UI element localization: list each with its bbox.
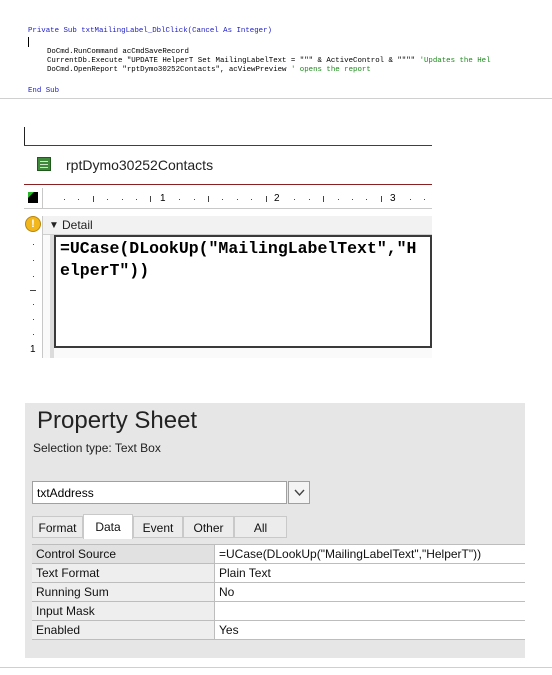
property-grid: Control Source =UCase(DLookUp("MailingLa… [32,544,525,640]
property-row[interactable]: Enabled Yes [32,621,525,640]
report-icon [37,157,51,171]
ruler-dot [33,276,34,277]
property-name: Input Mask [32,602,215,620]
text-caret [28,37,29,47]
tab-format[interactable]: Format [32,516,83,538]
tab-other[interactable]: Other [183,516,234,538]
property-name: Control Source [32,545,215,563]
code-text: DoCmd.RunCommand acCmdSaveRecord [47,48,189,56]
property-value-input-mask[interactable] [219,602,525,620]
code-keyword: Private Sub [28,27,77,35]
property-row[interactable]: Running Sum No [32,583,525,602]
ruler-dot [338,199,339,200]
ruler-dot [33,319,34,320]
report-selector[interactable] [24,188,43,208]
ruler-dot [33,304,34,305]
ruler-label-3: 3 [390,193,396,204]
property-sheet: Property Sheet Selection type: Text Box … [25,403,525,658]
bottom-divider [0,667,552,668]
address-textbox[interactable]: =UCase(DLookUp("MailingLabelText","Helpe… [54,235,432,348]
code-line-5: End Sub [28,87,59,96]
ruler-dot [33,244,34,245]
property-value-control-source[interactable]: =UCase(DLookUp("MailingLabelText","Helpe… [219,545,525,563]
ruler-tick [323,196,324,202]
code-line-3: CurrentDb.Execute "UPDATE HelperT Set Ma… [47,57,491,66]
code-text: CurrentDb.Execute "UPDATE HelperT Set Ma… [47,57,420,65]
property-value-enabled[interactable]: Yes [219,621,525,639]
ruler-dot [33,260,34,261]
ruler-dot [194,199,195,200]
section-arrow-icon: ▼ [49,220,59,231]
ruler-tick [150,196,151,202]
vruler-label-1: 1 [30,344,36,355]
ruler-tick [93,196,94,202]
property-value-text-format[interactable]: Plain Text [219,564,525,582]
property-name: Text Format [32,564,215,582]
ruler-dot [33,334,34,335]
ruler-dot [366,199,367,200]
ruler-dot [410,199,411,200]
tab-event[interactable]: Event [133,516,183,538]
ruler-dot [107,199,108,200]
ruler-dot [251,199,252,200]
object-selector-combo[interactable]: txtAddress [32,481,287,504]
ruler-tick [266,196,267,202]
selected-object: txtAddress [37,486,94,500]
ruler-dot [352,199,353,200]
property-value-running-sum[interactable]: No [219,583,525,601]
ruler-tick [208,196,209,202]
property-sheet-title: Property Sheet [37,407,198,434]
ruler-dot [122,199,123,200]
green-corner-icon [28,192,34,198]
ruler-dot [294,199,295,200]
chevron-down-icon [294,489,305,497]
report-tab-title[interactable]: rptDymo30252Contacts [66,157,213,173]
tab-data[interactable]: Data [83,514,133,539]
code-keyword: End Sub [28,87,60,95]
dropdown-button[interactable] [288,481,310,504]
code-comment: 'Updates the Hel [419,57,491,65]
property-name: Running Sum [32,583,215,601]
ruler-dot [64,199,65,200]
warning-icon[interactable]: ! [25,216,41,232]
ruler-dot [237,199,238,200]
detail-section-header[interactable]: ▼ Detail [43,216,432,235]
code-line-4: DoCmd.OpenReport "rptDymo30252Contacts",… [47,66,371,75]
code-line-1: Private Sub txtMailingLabel_DblClick(Can… [28,27,272,36]
tab-all[interactable]: All [234,516,287,538]
property-name: Enabled [32,621,215,639]
detail-section[interactable]: =UCase(DLookUp("MailingLabelText","Helpe… [43,235,432,358]
detail-section-label: Detail [62,218,93,232]
ruler-dot [424,199,425,200]
ruler-label-1: 1 [160,193,166,204]
code-text: DoCmd.OpenReport "rptDymo30252Contacts",… [47,66,291,74]
property-row[interactable]: Control Source =UCase(DLookUp("MailingLa… [32,545,525,564]
vba-code-editor[interactable]: Private Sub txtMailingLabel_DblClick(Can… [0,0,552,99]
window-divider [24,145,432,146]
ruler-dot [222,199,223,200]
ruler-label-2: 2 [274,193,280,204]
window-edge [24,127,25,146]
code-text: txtMailingLabel_DblClick(Cancel As Integ… [76,27,272,35]
property-row[interactable]: Text Format Plain Text [32,564,525,583]
code-comment: ' opens the report [290,66,371,74]
tab-underline [24,184,432,185]
textbox-control-source: =UCase(DLookUp("MailingLabelText","Helpe… [60,239,417,280]
selection-type: Selection type: Text Box [33,441,161,455]
code-line-2: DoCmd.RunCommand acCmdSaveRecord [47,48,189,57]
ruler-tick [381,196,382,202]
ruler-dot [136,199,137,200]
ruler-tick [30,290,36,291]
ruler-dot [309,199,310,200]
property-row[interactable]: Input Mask [32,602,525,621]
ruler-dot [78,199,79,200]
ruler-dot [179,199,180,200]
vertical-ruler: 1 [24,216,43,358]
horizontal-ruler: 1 2 3 [24,188,432,209]
